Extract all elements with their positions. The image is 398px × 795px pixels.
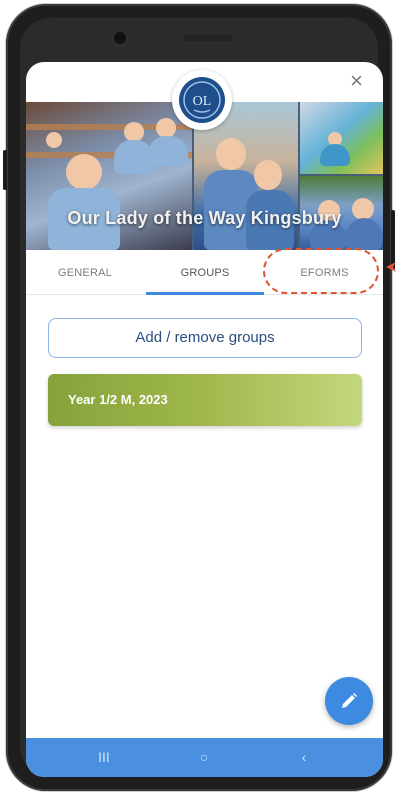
pencil-icon bbox=[342, 693, 357, 708]
tab-groups[interactable]: GROUPS bbox=[146, 250, 264, 294]
back-button[interactable]: ‹ bbox=[274, 738, 334, 777]
school-logo-icon: OL bbox=[179, 77, 225, 123]
system-nav-bar: III ○ ‹ bbox=[26, 738, 383, 777]
school-name: Our Lady of the Way Kingsbury bbox=[67, 208, 342, 228]
active-tab-indicator bbox=[146, 292, 264, 295]
edit-button[interactable] bbox=[325, 677, 373, 725]
volume-button bbox=[3, 150, 7, 190]
close-button[interactable]: × bbox=[350, 70, 363, 92]
group-card[interactable]: Year 1/2 M, 2023 bbox=[48, 374, 362, 426]
app-screen: Our Lady of the Way Kingsbury OL × GENER… bbox=[26, 62, 383, 777]
group-name: Year 1/2 M, 2023 bbox=[68, 392, 168, 407]
add-remove-groups-button[interactable]: Add / remove groups bbox=[48, 318, 362, 358]
svg-text:OL: OL bbox=[193, 94, 212, 109]
school-logo: OL bbox=[172, 70, 232, 130]
recent-apps-button[interactable]: III bbox=[74, 738, 134, 777]
home-button[interactable]: ○ bbox=[174, 738, 234, 777]
banner-photo-classroom bbox=[300, 102, 383, 174]
camera-icon bbox=[114, 32, 126, 44]
eforms-highlight-annotation bbox=[263, 248, 379, 294]
tab-general[interactable]: GENERAL bbox=[26, 250, 144, 294]
speaker-grille bbox=[184, 35, 232, 41]
arrow-icon bbox=[386, 262, 396, 272]
